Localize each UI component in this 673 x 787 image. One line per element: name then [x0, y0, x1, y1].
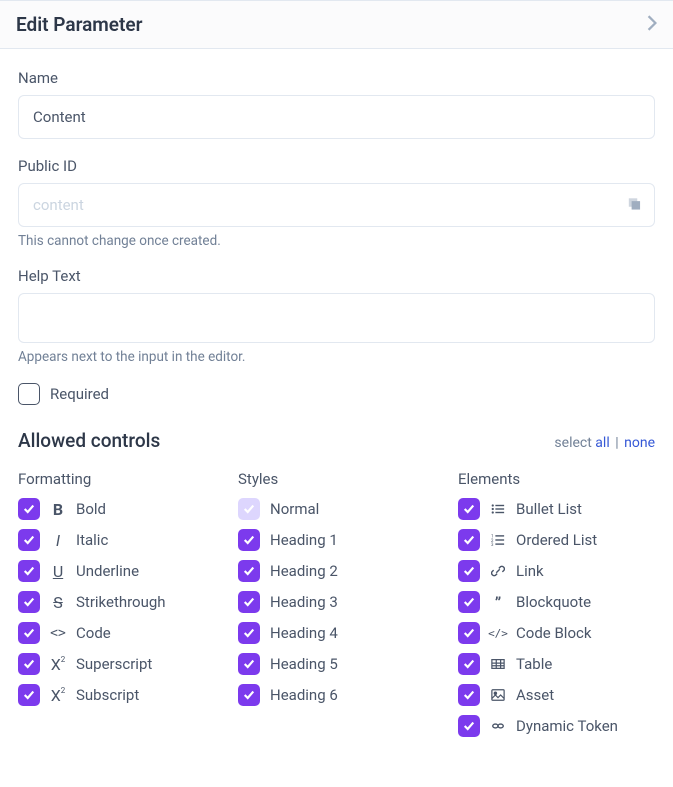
panel-header: Edit Parameter — [0, 0, 673, 49]
token-checkbox[interactable] — [458, 715, 480, 737]
asset-checkbox[interactable] — [458, 684, 480, 706]
bullet-checkbox[interactable] — [458, 498, 480, 520]
h3-checkbox[interactable] — [238, 591, 260, 613]
allowed-controls-header: Allowed controls select all | none — [18, 429, 655, 452]
allowed-controls-title: Allowed controls — [18, 429, 160, 452]
elements-column: Elements Bullet List 123 Ordered List Li… — [458, 470, 655, 746]
asset-icon — [490, 688, 506, 702]
select-links: select all | none — [554, 435, 655, 451]
superscript-option: X2 Superscript — [18, 653, 218, 675]
controls-columns: Formatting B Bold I Italic U Underline S… — [18, 470, 655, 746]
table-checkbox[interactable] — [458, 653, 480, 675]
codeblock-checkbox[interactable] — [458, 622, 480, 644]
h3-option: Heading 3 — [238, 591, 438, 613]
svg-text:3: 3 — [491, 543, 494, 547]
link-checkbox[interactable] — [458, 560, 480, 582]
normal-option: Normal — [238, 498, 438, 520]
h5-checkbox[interactable] — [238, 653, 260, 675]
subscript-icon: X2 — [50, 686, 66, 705]
name-input[interactable] — [18, 95, 655, 139]
name-field: Name — [18, 69, 655, 139]
h1-option: Heading 1 — [238, 529, 438, 551]
ordered-option: 123 Ordered List — [458, 529, 655, 551]
bold-option: B Bold — [18, 498, 218, 520]
bold-checkbox[interactable] — [18, 498, 40, 520]
code-block-icon: </> — [490, 627, 506, 640]
normal-checkbox — [238, 498, 260, 520]
required-label: Required — [50, 385, 109, 403]
code-option: <> Code — [18, 622, 218, 644]
italic-option: I Italic — [18, 529, 218, 551]
copy-icon[interactable] — [626, 196, 641, 215]
blockquote-icon: ” — [490, 593, 506, 612]
public-id-input[interactable] — [18, 183, 655, 227]
panel-body: Name Public ID This cannot change once c… — [0, 49, 673, 766]
help-text-helper: Appears next to the input in the editor. — [18, 349, 655, 365]
blockquote-option: ” Blockquote — [458, 591, 655, 613]
required-checkbox[interactable] — [18, 383, 40, 405]
asset-option: Asset — [458, 684, 655, 706]
select-all-link[interactable]: all — [595, 435, 609, 451]
subscript-checkbox[interactable] — [18, 684, 40, 706]
h1-checkbox[interactable] — [238, 529, 260, 551]
superscript-checkbox[interactable] — [18, 653, 40, 675]
bullet-option: Bullet List — [458, 498, 655, 520]
formatting-title: Formatting — [18, 470, 218, 488]
codeblock-option: </> Code Block — [458, 622, 655, 644]
table-option: Table — [458, 653, 655, 675]
h6-option: Heading 6 — [238, 684, 438, 706]
superscript-icon: X2 — [50, 655, 66, 674]
help-text-label: Help Text — [18, 267, 655, 285]
h5-option: Heading 5 — [238, 653, 438, 675]
strike-checkbox[interactable] — [18, 591, 40, 613]
underline-checkbox[interactable] — [18, 560, 40, 582]
italic-checkbox[interactable] — [18, 529, 40, 551]
link-icon — [490, 564, 506, 578]
link-option: Link — [458, 560, 655, 582]
dynamic-token-icon — [490, 719, 506, 733]
public-id-field: Public ID This cannot change once create… — [18, 157, 655, 249]
blockquote-checkbox[interactable] — [458, 591, 480, 613]
public-id-label: Public ID — [18, 157, 655, 175]
italic-icon: I — [50, 531, 66, 550]
required-row: Required — [18, 383, 655, 405]
help-text-field: Help Text Appears next to the input in t… — [18, 267, 655, 365]
code-icon: <> — [50, 626, 66, 641]
ordered-list-icon: 123 — [490, 533, 506, 547]
h2-checkbox[interactable] — [238, 560, 260, 582]
select-none-link[interactable]: none — [624, 435, 655, 451]
code-checkbox[interactable] — [18, 622, 40, 644]
underline-option: U Underline — [18, 560, 218, 582]
h4-option: Heading 4 — [238, 622, 438, 644]
styles-column: Styles Normal Heading 1 Heading 2 Headin… — [238, 470, 438, 746]
name-label: Name — [18, 69, 655, 87]
ordered-checkbox[interactable] — [458, 529, 480, 551]
collapse-chevron-icon[interactable] — [647, 15, 657, 35]
public-id-helper: This cannot change once created. — [18, 233, 655, 249]
token-option: Dynamic Token — [458, 715, 655, 737]
underline-icon: U — [50, 562, 66, 581]
elements-title: Elements — [458, 470, 655, 488]
subscript-option: X2 Subscript — [18, 684, 218, 706]
panel-title: Edit Parameter — [16, 13, 142, 36]
table-icon — [490, 657, 506, 671]
h2-option: Heading 2 — [238, 560, 438, 582]
strikethrough-icon: S — [50, 593, 66, 612]
strike-option: S Strikethrough — [18, 591, 218, 613]
styles-title: Styles — [238, 470, 438, 488]
bullet-list-icon — [490, 502, 506, 516]
h4-checkbox[interactable] — [238, 622, 260, 644]
h6-checkbox[interactable] — [238, 684, 260, 706]
help-text-input[interactable] — [18, 293, 655, 343]
bold-icon: B — [50, 500, 66, 519]
formatting-column: Formatting B Bold I Italic U Underline S… — [18, 470, 218, 746]
